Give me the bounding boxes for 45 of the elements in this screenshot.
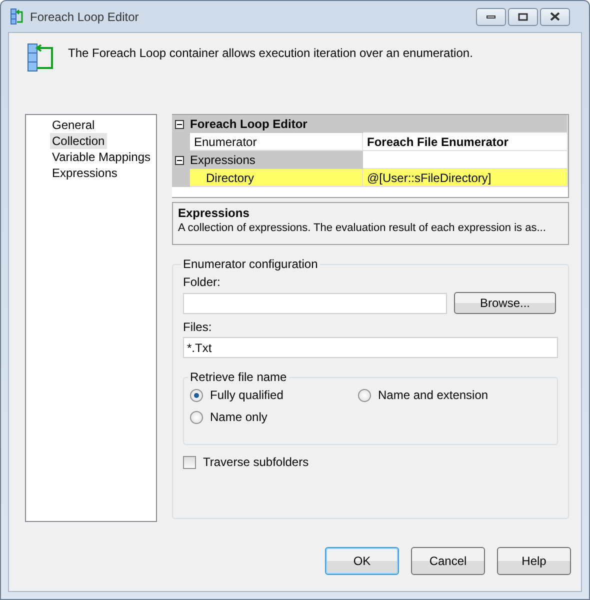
folder-label: Folder: bbox=[183, 275, 222, 289]
browse-button[interactable]: Browse... bbox=[454, 292, 556, 314]
collapse-icon[interactable] bbox=[175, 156, 184, 164]
nav-item[interactable]: Collection bbox=[50, 133, 107, 149]
loop-container-icon bbox=[10, 8, 24, 26]
property-value[interactable]: @[User::sFileDirectory] bbox=[363, 169, 568, 187]
checkbox[interactable] bbox=[183, 456, 196, 468]
category-header[interactable]: Expressions bbox=[172, 151, 363, 169]
description-title: Expressions bbox=[178, 206, 250, 220]
dialog-button[interactable]: Cancel bbox=[411, 547, 485, 575]
loop-container-icon bbox=[27, 43, 54, 73]
folder-field[interactable] bbox=[183, 292, 447, 314]
nav-item[interactable]: Variable Mappings bbox=[50, 149, 153, 165]
close-button[interactable] bbox=[540, 8, 570, 26]
description-text: A collection of expressions. The evaluation result of each expression is as... bbox=[178, 222, 546, 234]
header-description: The Foreach Loop container allows execution iteration over an enumeration. bbox=[68, 46, 473, 60]
category-label: Foreach Loop Editor bbox=[190, 117, 308, 131]
group-title: Retrieve file name bbox=[189, 370, 288, 384]
maximize-button[interactable] bbox=[508, 8, 538, 26]
property-name[interactable]: Directory bbox=[190, 169, 363, 187]
category-header[interactable]: Foreach Loop Editor bbox=[172, 115, 363, 133]
maximize-icon bbox=[518, 12, 528, 20]
radio-label: Name only bbox=[210, 410, 268, 424]
nav-item[interactable]: General bbox=[50, 117, 97, 133]
nav-item[interactable]: Expressions bbox=[50, 165, 120, 181]
category-label: Expressions bbox=[190, 153, 256, 167]
files-label: Files: bbox=[183, 320, 213, 334]
radio-button[interactable] bbox=[358, 388, 371, 402]
radio-label: Name and extension bbox=[378, 388, 488, 402]
radio-label: Fully qualified bbox=[210, 388, 284, 402]
row-gutter bbox=[172, 169, 190, 187]
files-field[interactable]: *.Txt bbox=[183, 337, 558, 358]
dialog-button[interactable]: Help bbox=[497, 547, 571, 575]
dialog-button[interactable]: OK bbox=[325, 547, 399, 575]
collapse-icon[interactable] bbox=[175, 120, 184, 128]
minimize-icon bbox=[486, 14, 496, 18]
minimize-button[interactable] bbox=[476, 8, 506, 26]
group-title: Enumerator configuration bbox=[182, 257, 319, 271]
radio-button[interactable] bbox=[190, 388, 203, 402]
checkbox-label: Traverse subfolders bbox=[203, 455, 309, 469]
property-name[interactable]: Enumerator bbox=[190, 133, 363, 151]
close-icon bbox=[550, 12, 560, 21]
property-value[interactable]: Foreach File Enumerator bbox=[363, 133, 568, 151]
radio-button[interactable] bbox=[190, 410, 203, 424]
window-title: Foreach Loop Editor bbox=[30, 10, 140, 24]
